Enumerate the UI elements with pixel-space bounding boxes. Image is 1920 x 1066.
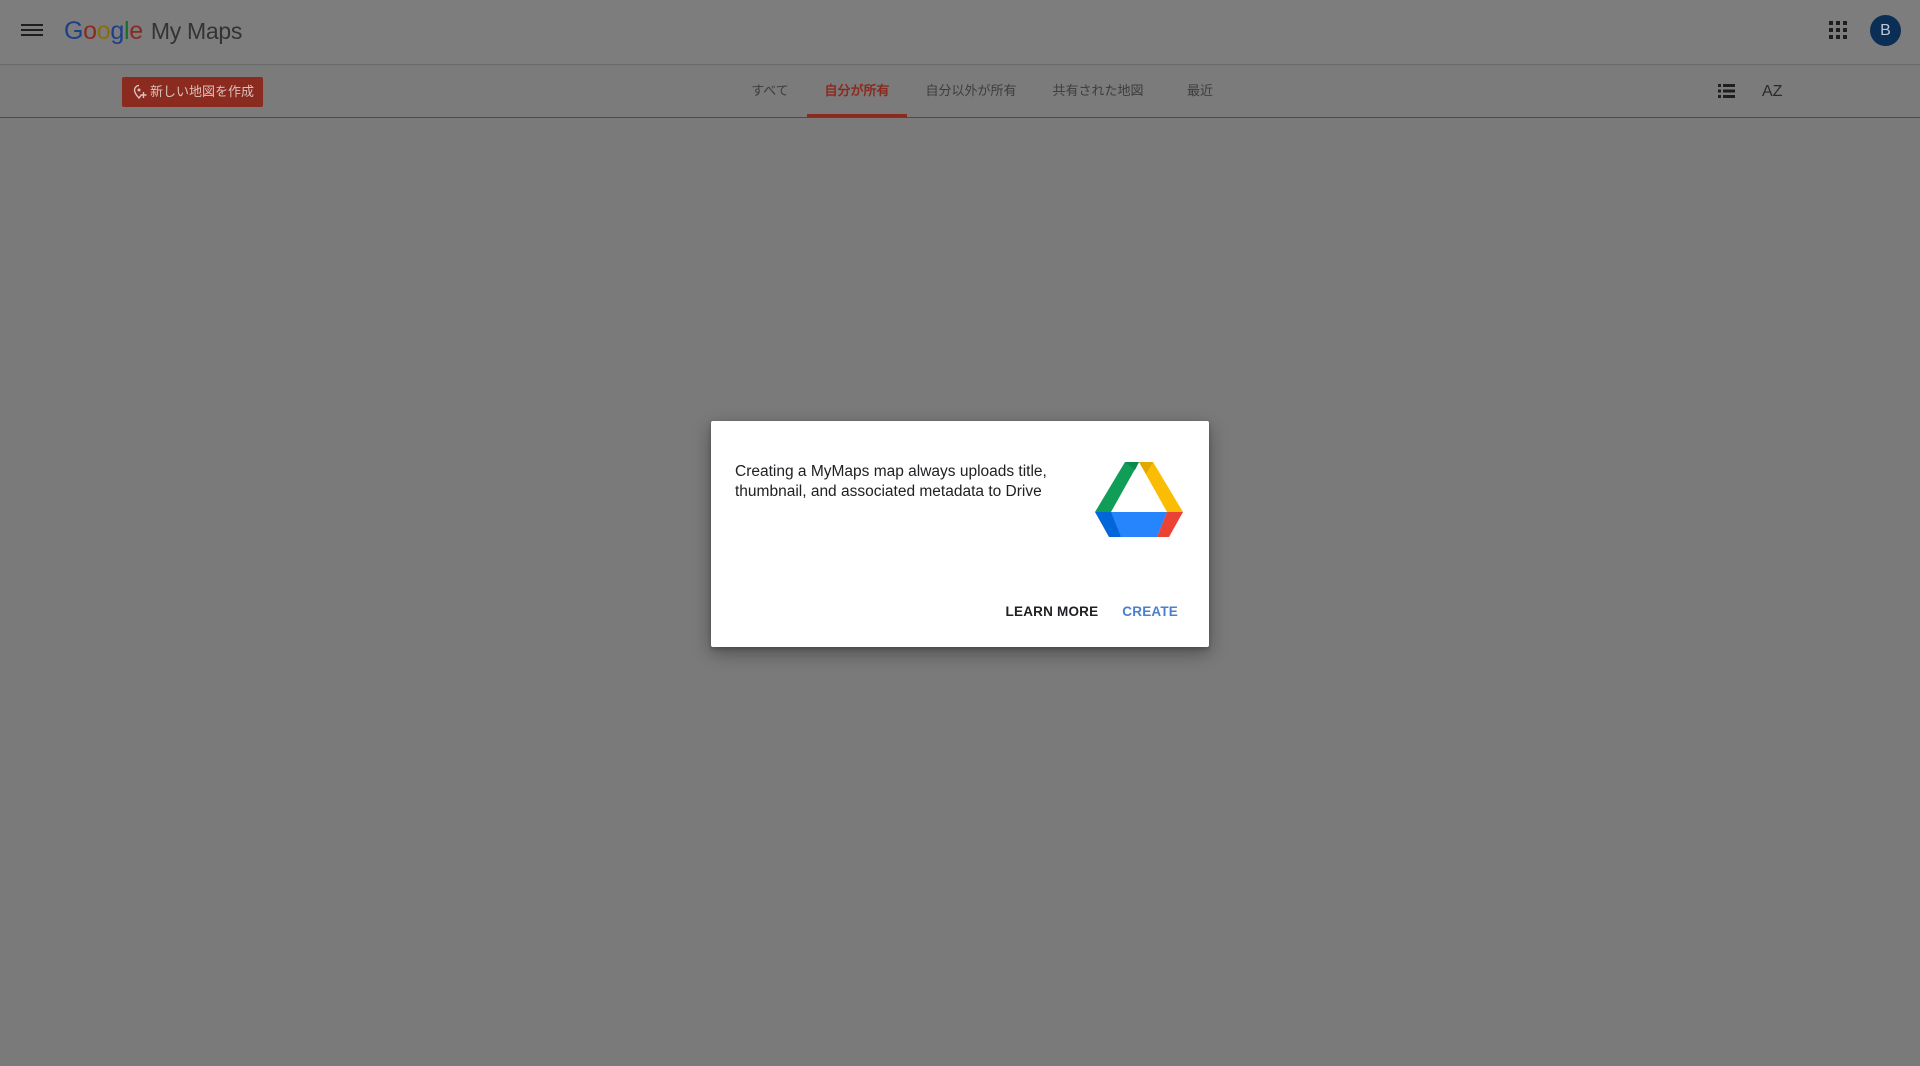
tab-shared-maps[interactable]: 共有された地図 <box>1042 65 1154 117</box>
dialog-actions: LEARN MORE CREATE <box>1006 604 1178 619</box>
account-avatar[interactable]: B <box>1870 15 1901 46</box>
google-my-maps-logo[interactable]: Google My Maps <box>64 14 242 48</box>
drive-upload-dialog: Creating a MyMaps map always uploads tit… <box>711 421 1209 647</box>
tab-owned-by-me[interactable]: 自分が所有 <box>807 65 907 117</box>
list-view-icon[interactable] <box>1718 84 1735 98</box>
tab-recent[interactable]: 最近 <box>1172 65 1228 117</box>
tab-not-owned-by-me[interactable]: 自分以外が所有 <box>915 65 1027 117</box>
logo-letter: o <box>96 17 111 45</box>
maps-toolbar: 新しい地図を作成 すべて 自分が所有 自分以外が所有 共有された地図 最近 AZ <box>0 65 1920 118</box>
logo-letter: g <box>110 17 124 45</box>
google-drive-icon <box>1095 462 1183 537</box>
product-name: My Maps <box>150 18 243 44</box>
top-app-bar: Google My Maps B <box>0 0 1920 65</box>
apps-grid-icon[interactable] <box>1829 21 1847 39</box>
create-button[interactable]: CREATE <box>1122 604 1178 619</box>
sort-az-icon[interactable]: AZ <box>1762 82 1782 102</box>
logo-letter: o <box>83 17 97 45</box>
menu-icon[interactable] <box>21 21 43 41</box>
dialog-message: Creating a MyMaps map always uploads tit… <box>735 463 1047 500</box>
learn-more-button[interactable]: LEARN MORE <box>1006 604 1099 619</box>
map-filter-tabs: すべて 自分が所有 自分以外が所有 共有された地図 最近 <box>0 65 1920 117</box>
tab-all[interactable]: すべて <box>740 65 800 117</box>
logo-letter: G <box>64 17 84 45</box>
logo-letter: e <box>129 17 143 45</box>
